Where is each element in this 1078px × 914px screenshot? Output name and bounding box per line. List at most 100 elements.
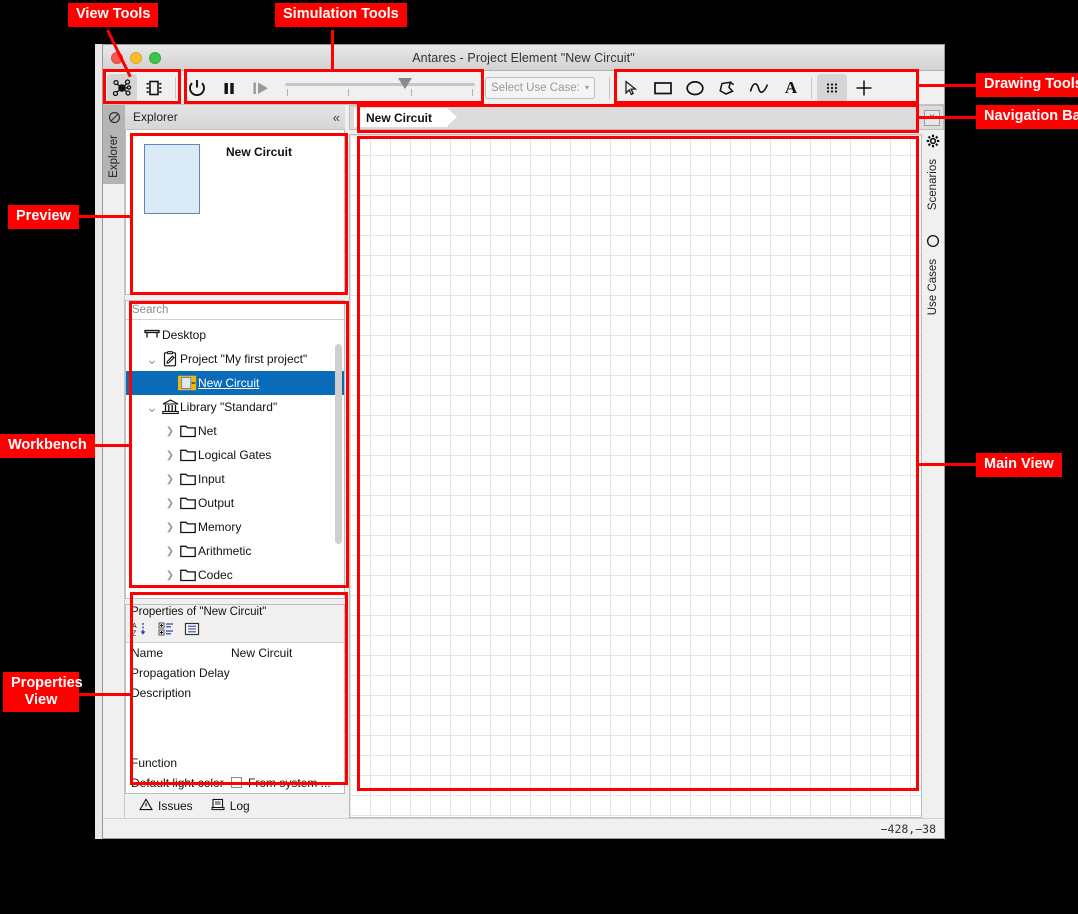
workbench-tree-panel: Search Desktop ⌄ Project "My first project… xyxy=(125,300,345,599)
property-row[interactable]: Description xyxy=(126,683,344,703)
slider-tick xyxy=(472,88,473,96)
tree-item-arithmetic[interactable]: ❯ Arithmetic xyxy=(126,539,344,563)
tree-item-label: Net xyxy=(198,424,217,438)
folder-icon xyxy=(178,544,198,558)
tree-item-label: Project "My first project" xyxy=(180,352,308,366)
toolbar-separator xyxy=(175,76,176,99)
explorer-column: Explorer « New Circuit Search Desktop ⌄ Pr… xyxy=(125,105,345,818)
tab-log[interactable]: Log xyxy=(211,798,250,814)
crosshair-icon[interactable] xyxy=(849,74,879,102)
from-system-label: From system ... xyxy=(248,776,331,790)
step-icon[interactable] xyxy=(246,74,276,102)
pause-icon[interactable] xyxy=(214,74,244,102)
property-key: Description xyxy=(131,686,192,700)
tree-rows-container: Desktop ⌄ Project "My first project" New Ci… xyxy=(126,323,344,587)
chevron-down-icon: ▾ xyxy=(584,83,589,92)
chevron-right-icon[interactable]: ❯ xyxy=(162,450,178,461)
slider-thumb[interactable] xyxy=(398,77,412,89)
project-icon xyxy=(160,351,180,367)
chevron-right-icon[interactable]: ❯ xyxy=(162,426,178,437)
preview-panel: New Circuit xyxy=(125,130,345,295)
leader-line-properties-view xyxy=(78,693,132,696)
search-input[interactable]: Search xyxy=(126,301,344,320)
log-icon xyxy=(211,798,225,814)
slider-tick xyxy=(411,88,412,96)
use-case-select[interactable]: Select Use Case: ▾ xyxy=(485,76,595,99)
drawing-tools-group: A xyxy=(615,71,880,104)
chevron-right-icon[interactable]: ❯ xyxy=(162,474,178,485)
tree-item-label: Logical Gates xyxy=(198,448,272,462)
tree-scrollbar[interactable] xyxy=(335,344,342,544)
explorer-header-title: Explorer xyxy=(133,110,178,124)
chevron-down-icon[interactable]: ⌄ xyxy=(144,400,160,414)
property-value[interactable]: New Circuit xyxy=(231,646,344,660)
polygon-icon[interactable] xyxy=(712,74,742,102)
chevron-right-icon[interactable]: ❯ xyxy=(162,498,178,509)
properties-toolbar: A Z xyxy=(126,621,344,643)
warning-icon xyxy=(139,798,153,814)
window-title: Antares - Project Element "New Circuit" xyxy=(412,50,635,65)
text-icon[interactable]: A xyxy=(776,74,806,102)
sidebar-tab-use-cases[interactable]: Use Cases xyxy=(926,234,940,317)
property-key: Function xyxy=(131,756,178,770)
tree-item-codec[interactable]: ❯ Codec xyxy=(126,563,344,587)
tree-item-desktop[interactable]: Desktop xyxy=(126,323,344,347)
annotation-preview: Preview xyxy=(8,205,79,229)
chevron-right-icon[interactable]: ❯ xyxy=(162,570,178,581)
circuit-view-icon[interactable] xyxy=(107,73,137,102)
property-row[interactable]: Propagation Delay xyxy=(126,663,344,683)
tree-item-net[interactable]: ❯ Net xyxy=(126,419,344,443)
canvas-wrapper: Scenarios Use Cases xyxy=(349,130,944,818)
pointer-icon[interactable] xyxy=(616,74,646,102)
collapse-panel-icon[interactable]: « xyxy=(333,110,340,125)
tree-item-input[interactable]: ❯ Input xyxy=(126,467,344,491)
gear-icon xyxy=(926,134,940,153)
property-key: Propagation Delay xyxy=(131,666,230,680)
tree-item-library-standard[interactable]: ⌄ Library "Standard" xyxy=(126,395,344,419)
ellipse-icon[interactable] xyxy=(680,74,710,102)
categorize-icon[interactable] xyxy=(158,621,174,642)
tree-scroll-area[interactable]: Desktop ⌄ Project "My first project" New Ci… xyxy=(126,320,344,598)
tree-item-project-my-first-project[interactable]: ⌄ Project "My first project" xyxy=(126,347,344,371)
chevron-right-icon[interactable]: ❯ xyxy=(162,546,178,557)
folder-icon xyxy=(178,448,198,462)
tree-item-new-circuit[interactable]: New Circuit xyxy=(126,371,344,395)
property-row-function[interactable]: Function xyxy=(126,753,344,773)
properties-spacer xyxy=(126,703,344,753)
sidebar-tab-explorer[interactable]: Explorer xyxy=(103,105,125,184)
main-view-canvas[interactable] xyxy=(349,134,922,818)
rectangle-icon[interactable] xyxy=(648,74,678,102)
chevron-right-icon[interactable]: ❯ xyxy=(162,522,178,533)
breadcrumb[interactable]: New Circuit xyxy=(354,108,458,127)
maximize-window-button[interactable] xyxy=(149,52,161,64)
annotation-navigation-bar: Navigation Bar xyxy=(976,105,1078,129)
sidebar-tab-scenarios[interactable]: Scenarios xyxy=(926,134,940,212)
window-backdrop-strip xyxy=(95,44,102,839)
tree-item-memory[interactable]: ❯ Memory xyxy=(126,515,344,539)
property-list-icon[interactable] xyxy=(184,621,200,642)
from-system-checkbox[interactable] xyxy=(231,777,242,788)
sort-alpha-icon[interactable]: A Z xyxy=(132,621,148,642)
tree-item-output[interactable]: ❯ Output xyxy=(126,491,344,515)
minimize-window-button[interactable] xyxy=(130,52,142,64)
annotation-workbench: Workbench xyxy=(0,434,95,458)
properties-rows: Name New Circuit Propagation Delay Descript… xyxy=(126,643,344,703)
grid-icon[interactable] xyxy=(817,73,847,102)
tab-issues[interactable]: Issues xyxy=(139,798,193,814)
chevron-down-icon[interactable]: ⌄ xyxy=(144,352,160,366)
tree-item-label: Memory xyxy=(198,520,242,534)
tree-item-label: Arithmetic xyxy=(198,544,252,558)
annotation-properties-line1: Properties xyxy=(11,675,83,691)
curve-icon[interactable] xyxy=(744,74,774,102)
scenarios-tab-label: Scenarios xyxy=(927,159,939,211)
simulation-speed-slider[interactable] xyxy=(285,75,475,101)
properties-grid: Name New Circuit Propagation Delay Descript… xyxy=(126,643,344,793)
property-row[interactable]: Name New Circuit xyxy=(126,643,344,663)
power-icon[interactable] xyxy=(182,74,212,102)
toolbar-separator xyxy=(609,76,610,99)
chip-view-icon[interactable] xyxy=(139,74,169,102)
tree-item-logical-gates[interactable]: ❯ Logical Gates xyxy=(126,443,344,467)
preview-thumbnail[interactable] xyxy=(144,144,200,214)
right-tab-rail: Scenarios Use Cases xyxy=(922,130,944,818)
property-row-light-color[interactable]: Default light color From system ... xyxy=(126,773,344,793)
